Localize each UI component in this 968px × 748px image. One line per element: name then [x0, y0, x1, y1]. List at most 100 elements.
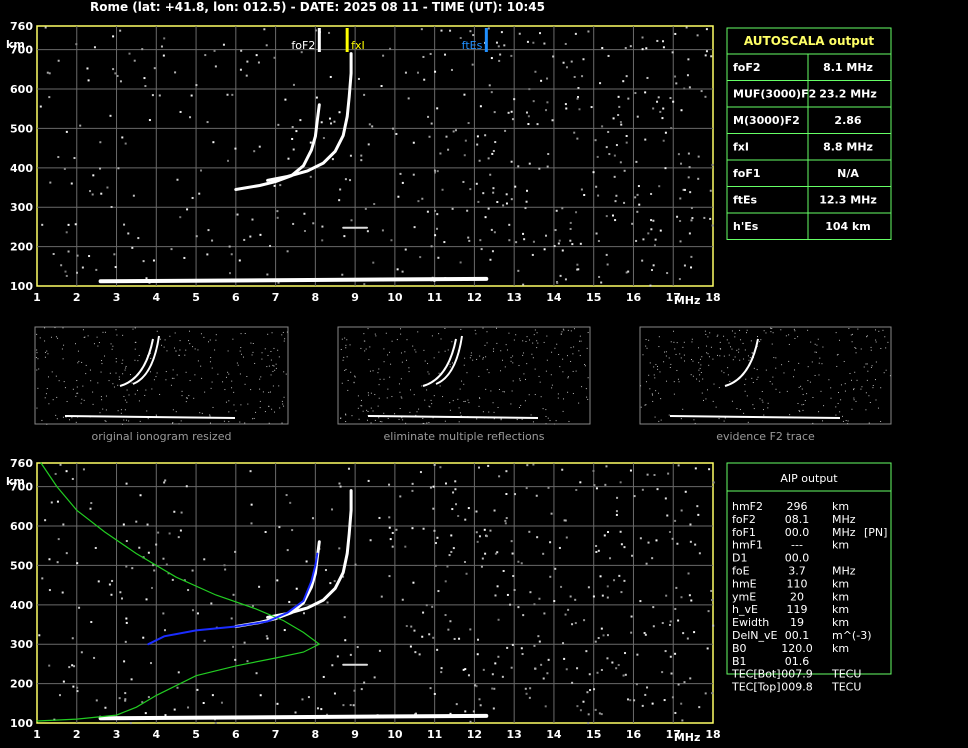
y-tick-label: 400	[10, 162, 33, 175]
thumbnail-speckle	[109, 372, 111, 374]
thumbnail-speckle	[55, 336, 57, 338]
thumbnail-speckle	[705, 333, 707, 335]
noise-dot	[576, 705, 579, 708]
thumbnail-speckle	[367, 328, 369, 330]
noise-dot	[573, 131, 576, 134]
thumbnail-speckle	[678, 381, 680, 383]
aip-value: 00.0	[785, 526, 810, 539]
aip-name: TEC[Top]	[731, 681, 781, 694]
thumbnail-speckle	[428, 373, 430, 375]
noise-dot	[448, 554, 451, 557]
y-tick-label: 400	[10, 599, 33, 612]
noise-dot	[547, 486, 550, 489]
noise-dot	[124, 142, 127, 145]
thumbnail-speckle	[762, 401, 764, 403]
thumbnail-speckle	[357, 395, 359, 397]
noise-dot	[137, 237, 140, 240]
noise-dot	[696, 34, 699, 37]
thumbnail-speckle	[746, 329, 748, 331]
thumbnail-speckle	[458, 421, 460, 423]
noise-dot	[601, 594, 604, 597]
x-tick-label: 12	[467, 291, 482, 304]
thumbnail-speckle	[866, 335, 868, 337]
noise-dot	[163, 481, 166, 484]
thumbnail-speckle	[378, 368, 380, 370]
thumbnail-speckle	[360, 405, 362, 407]
thumbnail-speckle	[861, 386, 863, 388]
thumbnail-speckle	[83, 336, 85, 338]
thumbnail-speckle	[674, 348, 676, 350]
thumbnail-speckle	[55, 414, 57, 416]
aip-value: 110	[787, 577, 808, 590]
noise-dot	[466, 209, 469, 212]
noise-dot	[429, 687, 432, 690]
thumbnail-speckle	[718, 418, 720, 420]
noise-dot	[250, 503, 253, 506]
thumbnail-speckle	[115, 329, 117, 331]
noise-dot	[132, 194, 135, 197]
thumbnail-speckle	[275, 363, 277, 365]
marker-label-ftEs: ftEs	[462, 39, 483, 52]
noise-dot	[90, 621, 93, 624]
noise-dot	[564, 42, 567, 45]
noise-dot	[183, 256, 186, 259]
noise-dot	[382, 54, 385, 57]
thumbnail-speckle	[812, 396, 814, 398]
noise-dot	[618, 574, 621, 577]
thumbnail-speckle	[510, 360, 512, 362]
thumbnail-speckle	[531, 353, 533, 355]
thumbnail-speckle	[820, 390, 822, 392]
thumbnail-speckle	[165, 379, 167, 381]
autoscala-value: 8.8 MHz	[823, 141, 873, 154]
noise-dot	[623, 546, 626, 549]
thumbnail-speckle	[173, 377, 175, 379]
thumbnail-speckle	[680, 418, 682, 420]
noise-dot	[587, 713, 590, 716]
thumbnail-speckle	[188, 395, 190, 397]
thumbnail-speckle	[120, 412, 122, 414]
noise-dot	[95, 268, 98, 271]
thumbnail-speckle	[429, 406, 431, 408]
noise-dot	[203, 558, 206, 561]
noise-dot	[599, 82, 602, 85]
noise-dot	[312, 222, 315, 225]
noise-dot	[131, 567, 134, 570]
noise-dot	[214, 65, 217, 68]
noise-dot	[99, 167, 102, 170]
noise-dot	[295, 130, 298, 133]
noise-dot	[153, 67, 156, 70]
noise-dot	[677, 153, 680, 156]
noise-dot	[496, 585, 499, 588]
es-layer-trace	[98, 713, 489, 721]
thumbnail-speckle	[252, 418, 254, 420]
noise-dot	[149, 662, 152, 665]
y-tick-label: 200	[10, 241, 33, 254]
noise-dot	[276, 702, 279, 705]
noise-dot	[139, 494, 142, 497]
noise-dot	[309, 175, 312, 178]
noise-dot	[239, 68, 242, 71]
noise-dot	[128, 52, 131, 55]
noise-dot	[597, 240, 600, 243]
noise-dot	[644, 138, 647, 141]
ionogram-stage: Rome (lat: +41.8, lon: 012.5) - DATE: 20…	[6, 0, 892, 744]
thumbnail-speckle	[653, 366, 655, 368]
noise-dot	[677, 464, 680, 467]
thumbnail-speckle	[773, 357, 775, 359]
noise-dot	[245, 74, 248, 77]
noise-dot	[265, 44, 268, 47]
thumbnail-speckle	[272, 370, 274, 372]
noise-dot	[710, 55, 713, 58]
thumbnail-speckle	[716, 335, 718, 337]
thumbnail-speckle	[753, 408, 755, 410]
noise-dot	[321, 225, 324, 228]
noise-dot	[620, 123, 623, 126]
noise-dot	[674, 652, 677, 655]
noise-dot	[191, 196, 194, 199]
thumbnail-speckle	[545, 370, 547, 372]
thumbnail-speckle	[244, 383, 246, 385]
noise-dot	[67, 223, 70, 226]
thumbnail-speckle	[775, 388, 777, 390]
noise-dot	[76, 686, 79, 689]
noise-dot	[212, 141, 215, 144]
